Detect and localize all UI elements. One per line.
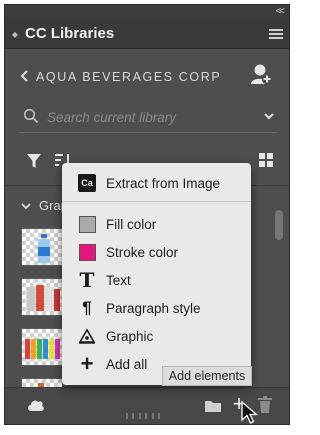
add-collaborator-icon[interactable] (249, 62, 273, 86)
graphic-thumbnail-cans[interactable] (21, 278, 63, 316)
menu-item-label: Fill color (106, 216, 157, 232)
panel-collapse-strip: << (5, 5, 289, 19)
graphic-pen-icon (78, 327, 96, 345)
folder-icon[interactable] (204, 398, 222, 413)
mouse-pointer-icon (241, 400, 259, 424)
menu-item-label: Graphic (106, 328, 154, 344)
grid-view-icon[interactable] (259, 153, 273, 167)
panel-menu-icon[interactable] (269, 29, 283, 39)
library-header: AQUA BEVERAGES CORP (5, 59, 289, 95)
bottles-row-graphic (25, 339, 60, 359)
menu-item-extract-from-image[interactable]: Ca Extract from Image (62, 169, 251, 197)
menu-item-text[interactable]: T Text (62, 266, 251, 294)
menu-item-label: Add all (106, 356, 148, 372)
ca-capture-icon: Ca (78, 174, 96, 192)
plus-icon: + (80, 351, 94, 376)
text-icon: T (79, 268, 95, 292)
menu-item-label: Stroke color (106, 244, 179, 260)
fill-color-swatch-icon (78, 215, 96, 233)
search-icon (23, 108, 39, 124)
filter-icon[interactable] (27, 153, 41, 169)
chevron-down-icon (21, 202, 31, 209)
tab-grip-icon[interactable]: ◆ (11, 27, 19, 41)
menu-item-graphic[interactable]: Graphic (62, 322, 251, 350)
search-input[interactable] (47, 106, 247, 128)
graphic-thumbnail-bottle[interactable] (21, 228, 63, 266)
add-elements-tooltip: Add elements (162, 366, 252, 386)
paragraph-style-icon: ¶ (82, 298, 92, 317)
add-elements-menu: Ca Extract from Image Fill color Stroke … (62, 163, 251, 385)
cloud-sync-icon[interactable] (27, 399, 45, 411)
back-chevron-icon[interactable] (19, 69, 31, 83)
menu-item-stroke-color[interactable]: Stroke color (62, 238, 251, 266)
stroke-color-swatch-icon (78, 243, 96, 261)
resize-grip[interactable] (126, 413, 160, 419)
menu-item-label: Extract from Image (106, 175, 221, 191)
search-bar (19, 101, 277, 133)
collapse-panel-button[interactable]: << (275, 6, 285, 17)
cans-graphic (27, 285, 60, 311)
water-bottle-graphic (38, 234, 50, 263)
menu-divider (62, 201, 251, 202)
search-scope-chevron-down-icon[interactable] (263, 111, 275, 121)
menu-item-fill-color[interactable]: Fill color (62, 210, 251, 238)
menu-item-label: Text (106, 272, 131, 288)
graphics-group-header[interactable]: Grap (21, 198, 68, 213)
panel-title[interactable]: CC Libraries (25, 25, 114, 42)
menu-item-label: Paragraph style (106, 300, 201, 316)
menu-item-paragraph-style[interactable]: ¶ Paragraph style (62, 294, 251, 322)
library-name: AQUA BEVERAGES CORP (36, 70, 222, 84)
graphic-thumbnail-bottles-row[interactable] (21, 328, 63, 366)
scrollbar-thumb[interactable] (275, 210, 283, 240)
panel-titlebar: ◆ CC Libraries (5, 19, 289, 49)
